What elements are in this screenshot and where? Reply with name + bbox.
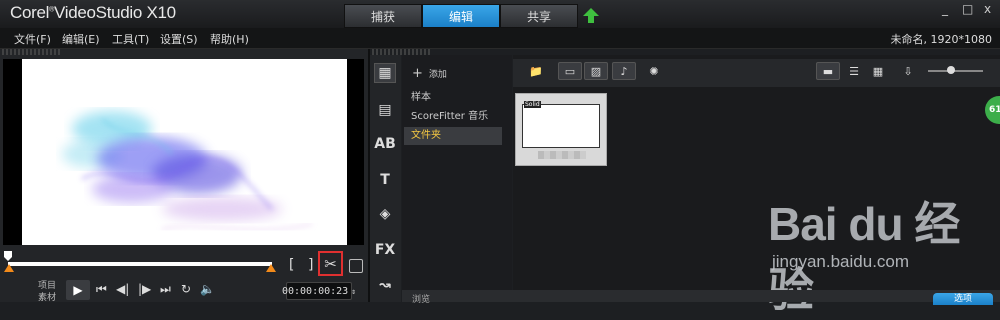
close-button[interactable]: x — [984, 2, 991, 16]
thumbnail-size-slider[interactable] — [928, 70, 983, 72]
view-thumbnail-icon[interactable]: ▬ — [816, 62, 840, 80]
menu-settings[interactable]: 设置(S) — [160, 31, 198, 47]
add-label: 添加 — [428, 70, 447, 80]
view-grid-icon[interactable]: ▦ — [866, 62, 890, 80]
filter-icon[interactable]: ✺ — [642, 62, 666, 80]
bottom-strip — [402, 290, 1000, 302]
add-folder-button[interactable]: + 添加 — [412, 66, 447, 81]
mark-out-button[interactable]: ] — [307, 257, 315, 273]
split-clip-button[interactable]: ✂ — [318, 251, 343, 276]
menu-file[interactable]: 文件(F) — [14, 31, 51, 47]
title-icon[interactable]: T — [374, 170, 396, 190]
prev-frame-icon[interactable]: ◀| — [116, 282, 129, 296]
menu-edit[interactable]: 编辑(E) — [62, 31, 100, 47]
folder-icon[interactable]: 📁 — [524, 62, 548, 80]
title-bar: Corel®VideoStudio X10 捕获 编辑 共享 _ □ x — [0, 0, 1000, 28]
timecode-display[interactable]: 00:00:00:23 ⇕ — [282, 282, 356, 300]
project-info: 未命名, 1920*1080 — [890, 33, 992, 46]
next-frame-icon[interactable]: |▶ — [138, 282, 151, 296]
tab-edit[interactable]: 编辑 — [422, 4, 500, 28]
tab-share[interactable]: 共享 — [500, 4, 578, 28]
import-icon[interactable]: ⇩ — [896, 62, 920, 80]
menu-help[interactable]: 帮助(H) — [210, 31, 249, 47]
thumbnail-tag: Solid — [524, 101, 541, 108]
path-icon[interactable]: ↝ — [374, 275, 396, 295]
show-audio-icon[interactable]: ♪ — [612, 62, 636, 80]
media-icon[interactable]: ▦ — [374, 63, 396, 83]
play-button[interactable]: ▶ — [66, 280, 90, 300]
play-icon: ▶ — [73, 283, 83, 297]
options-tab[interactable]: 选项 — [933, 293, 993, 305]
filter-fx-icon[interactable]: FX — [374, 240, 396, 260]
preview-canvas — [22, 59, 347, 245]
timecode-value: 00:00:00:23 — [281, 285, 349, 297]
workspace-tabs: 捕获 编辑 共享 — [344, 4, 578, 28]
slider-knob[interactable] — [947, 66, 955, 74]
scissors-icon: ✂ — [324, 254, 337, 273]
media-thumbnail[interactable]: Solid — [515, 93, 607, 166]
mode-clip-label[interactable]: 素材 — [38, 290, 56, 303]
volume-icon[interactable]: 🔈 — [200, 282, 215, 296]
preview-window — [3, 59, 364, 245]
library-item-samples[interactable]: 样本 — [404, 89, 502, 107]
mark-in-button[interactable]: [ — [287, 257, 295, 273]
transition-icon[interactable]: AB — [374, 134, 396, 154]
enlarge-preview-icon[interactable] — [349, 259, 363, 273]
tab-capture[interactable]: 捕获 — [344, 4, 422, 28]
instant-project-icon[interactable]: ▤ — [374, 100, 396, 120]
home-icon[interactable]: ⏮ — [96, 282, 107, 297]
trim-handle-in[interactable] — [4, 264, 14, 272]
timecode-spin-icon[interactable]: ⇕ — [351, 287, 356, 296]
library-item-scorefitter[interactable]: ScoreFitter 音乐 — [404, 108, 502, 126]
trim-handle-out[interactable] — [266, 264, 276, 272]
panel-grip[interactable] — [2, 49, 62, 55]
repeat-icon[interactable]: ↻ — [181, 282, 191, 296]
upload-arrow-icon[interactable] — [581, 6, 601, 26]
app-logo: Corel®VideoStudio X10 — [10, 3, 176, 22]
scrub-bar[interactable] — [8, 262, 272, 266]
thumbnail-label — [538, 151, 586, 159]
menu-bar: 文件(F) 编辑(E) 工具(T) 设置(S) 帮助(H) 未命名, 1920*… — [0, 28, 1000, 49]
end-icon[interactable]: ⏭ — [160, 282, 171, 297]
browse-button[interactable]: 浏览 — [412, 292, 430, 305]
plus-icon: + — [412, 66, 423, 81]
minimize-button[interactable]: _ — [942, 2, 948, 16]
maximize-button[interactable]: □ — [962, 2, 973, 16]
show-video-icon[interactable]: ▭ — [558, 62, 582, 80]
view-list-icon[interactable]: ☰ — [842, 62, 866, 80]
show-photo-icon[interactable]: ▨ — [584, 62, 608, 80]
thumbnail-preview — [522, 104, 600, 148]
watermark-url: jingyan.baidu.com — [772, 252, 910, 271]
library-item-folder[interactable]: 文件夹 — [404, 127, 502, 145]
smoke-image — [62, 111, 313, 231]
graphic-icon[interactable]: ◈ — [374, 204, 396, 224]
menu-tools[interactable]: 工具(T) — [112, 31, 149, 47]
